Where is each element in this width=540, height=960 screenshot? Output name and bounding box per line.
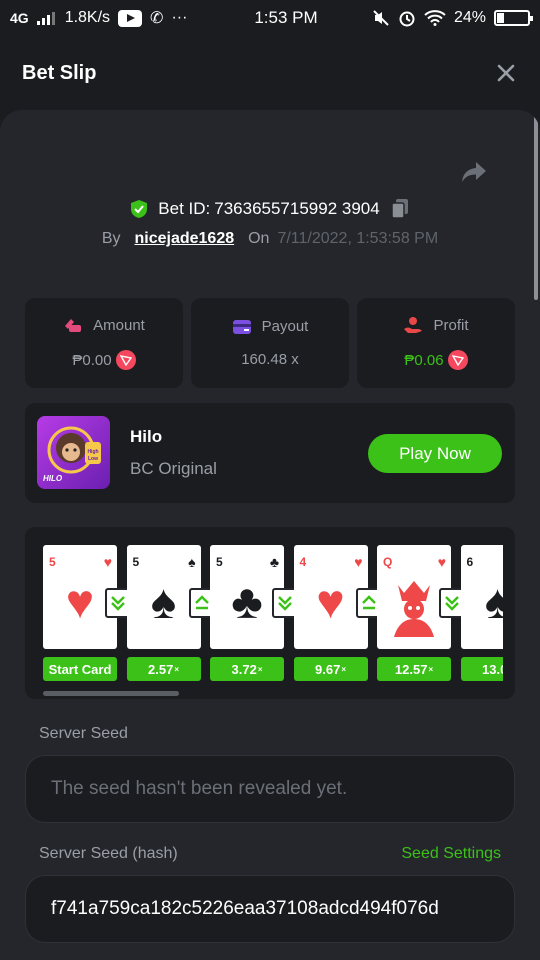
- card-item: 6♠♠13.0×: [460, 545, 503, 681]
- game-name: Hilo: [130, 427, 163, 446]
- profit-icon: [404, 317, 423, 333]
- card-multiplier-value: 13.0: [482, 661, 503, 677]
- wifi-icon: [424, 10, 446, 26]
- bet-stats: Amount ₱0.00 Payout 160.48 x Profit ₱0.0…: [25, 298, 515, 388]
- card-suit-small: ♠: [188, 554, 196, 570]
- clock: 1:53 PM: [254, 8, 318, 27]
- multiplier-suffix: ×: [257, 664, 263, 674]
- card-multiplier: 12.57 ×: [377, 657, 451, 681]
- wallet-icon: [232, 319, 251, 334]
- tron-coin-icon: [447, 350, 468, 370]
- stat-payout-label: Payout: [261, 318, 309, 335]
- more-icon: ···: [171, 9, 188, 26]
- bet-id-value: 7363655715992 3904: [214, 199, 380, 218]
- card-suit-small: ♥: [354, 554, 363, 570]
- card-suit-small: ♥: [437, 554, 446, 570]
- card-multiplier: 3.72 ×: [210, 657, 284, 681]
- card-multiplier-value: 9.67: [315, 661, 341, 677]
- amount-icon: [65, 319, 82, 332]
- card-track: 5 ♥ ♥ Start Card 5 ♠ ♠ 2.57 × 5 ♣ ♣ 3.72 × 4 ♥ ♥ 9.67 × Q ♥ 1…: [43, 545, 503, 685]
- card-multiplier: 2.57 ×: [126, 657, 201, 681]
- game-thumbnail[interactable]: High Low HILO: [37, 416, 110, 489]
- stat-amount-label: Amount: [93, 316, 145, 334]
- shield-icon: [131, 200, 148, 218]
- card-multiplier-value: 3.72: [231, 661, 257, 677]
- multiplier-suffix: ×: [428, 664, 434, 674]
- card-suit-small: ♣: [269, 554, 279, 570]
- by-label: By: [101, 230, 121, 247]
- close-icon: [497, 64, 515, 82]
- battery-icon: [494, 10, 533, 26]
- close-button[interactable]: [494, 61, 518, 85]
- tron-coin-icon: [115, 350, 136, 370]
- signal-icon: [36, 12, 55, 25]
- svg-text:Low: Low: [88, 456, 98, 462]
- game-thumb-label: HILO: [43, 474, 63, 483]
- card-rank: 4: [299, 555, 307, 569]
- stat-payout: Payout 160.48 x: [191, 298, 349, 388]
- card-multiplier-value: 12.57: [394, 661, 428, 677]
- card-multiplier: 13.0×: [460, 657, 503, 681]
- card-rank: 5: [132, 555, 140, 569]
- stat-profit-value: ₱0.06: [404, 351, 444, 369]
- phone-icon: ✆: [150, 10, 164, 27]
- card-rank: 5: [216, 555, 223, 569]
- network-type: 4G: [10, 10, 29, 26]
- stat-amount: Amount ₱0.00: [25, 298, 183, 388]
- queen-face-icon: [394, 581, 434, 637]
- multiplier-suffix: ×: [341, 664, 346, 674]
- battery-level: 24%: [453, 9, 486, 26]
- game-card: High Low HILO Hilo BC Original Play Now: [25, 403, 515, 503]
- server-seed-field: The seed hasn't been revealed yet.: [25, 755, 515, 823]
- copy-icon[interactable]: [390, 198, 410, 220]
- stat-amount-value: ₱0.00: [72, 351, 112, 369]
- card-rank: Q: [383, 555, 393, 569]
- card-suit-small: ♥: [103, 554, 112, 570]
- stat-profit-label: Profit: [433, 316, 469, 334]
- on-label: On: [248, 230, 270, 247]
- server-seed-label: Server Seed: [39, 725, 128, 742]
- card-rank: 5: [49, 555, 56, 569]
- card-rank: 6: [466, 555, 474, 569]
- bet-id-row: Bet ID: 7363655715992 3904: [0, 198, 540, 220]
- youtube-icon: [118, 9, 143, 27]
- svg-text:High: High: [87, 449, 98, 455]
- network-speed: 1.8K/s: [64, 9, 111, 26]
- bet-author-row: By nicejade1628 On 7/11/2022, 1:53:58 PM: [0, 230, 540, 248]
- play-now-button[interactable]: Play Now: [368, 434, 502, 473]
- card-multiplier-value: Start Card: [48, 661, 112, 677]
- card-multiplier-value: 2.57: [148, 661, 174, 677]
- game-subtitle: BC Original: [130, 459, 217, 478]
- bet-datetime: 7/11/2022, 1:53:58 PM: [277, 230, 439, 247]
- mute-icon: [373, 10, 389, 26]
- card-history[interactable]: 5 ♥ ♥ Start Card 5 ♠ ♠ 2.57 × 5 ♣ ♣ 3.72 × 4 ♥ ♥ 9.67 × Q ♥ 1…: [25, 527, 515, 699]
- seed-settings-link[interactable]: Seed Settings: [401, 845, 501, 863]
- status-bar: 4G 1.8K/s ✆ ··· 1:53 PM 24%: [0, 0, 540, 36]
- alarm-icon: [399, 11, 415, 27]
- card-multiplier: Start Card: [43, 657, 117, 681]
- server-seed-hash-label: Server Seed (hash): [39, 845, 178, 862]
- stat-payout-value: 160.48 x: [241, 351, 299, 368]
- stat-profit: Profit ₱0.06: [357, 298, 515, 388]
- server-seed-hash-field[interactable]: f741a759ca182c5226eaa37108adcd494f076d: [25, 875, 515, 943]
- multiplier-suffix: ×: [174, 664, 179, 674]
- page-title: Bet Slip: [22, 61, 97, 84]
- bet-id-label: Bet ID:: [158, 199, 211, 218]
- card-multiplier: 9.67 ×: [293, 657, 368, 681]
- bet-slip-panel: Bet ID: 7363655715992 3904 By nicejade16…: [0, 110, 540, 960]
- card-suit-large: ♠: [484, 576, 503, 629]
- playing-card: 6♠♠: [460, 545, 503, 649]
- modal-header: Bet Slip: [0, 36, 540, 110]
- horizontal-scrollbar[interactable]: [43, 691, 179, 696]
- username-link[interactable]: nicejade1628: [134, 230, 234, 248]
- share-icon: [462, 162, 486, 182]
- share-button[interactable]: [460, 160, 492, 188]
